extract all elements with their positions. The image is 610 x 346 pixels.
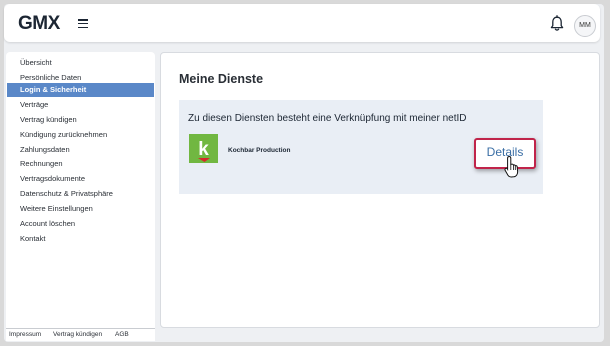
sidebar-item-zahlungsdaten[interactable]: Zahlungsdaten [7, 143, 154, 157]
sidebar-item-weitere-einstellungen[interactable]: Weitere Einstellungen [7, 202, 154, 216]
sidebar-footer: Impressum Vertrag kündigen AGB [6, 328, 155, 341]
kochbar-logo-icon: k [189, 134, 218, 163]
main-panel: Meine Dienste Zu diesen Diensten besteht… [160, 52, 600, 328]
sidebar-item-kuendigung-zuruecknehmen[interactable]: Kündigung zurücknehmen [7, 128, 154, 142]
top-bar: GMX MM [4, 4, 600, 42]
avatar[interactable]: MM [574, 15, 596, 37]
kochbar-logo-letter: k [198, 139, 209, 160]
page-title: Meine Dienste [179, 72, 264, 86]
sidebar-item-kontakt[interactable]: Kontakt [7, 232, 154, 246]
services-box: Zu diesen Diensten besteht eine Verknüpf… [179, 100, 543, 194]
footer-link-impressum[interactable]: Impressum [9, 331, 41, 338]
sidebar-item-vertrag-kuendigen[interactable]: Vertrag kündigen [7, 113, 154, 127]
sidebar-item-rechnungen[interactable]: Rechnungen [7, 157, 154, 171]
gmx-logo[interactable]: GMX [18, 13, 60, 35]
service-name: Kochbar Production [228, 147, 291, 154]
sidebar-item-login-sicherheit[interactable]: Login & Sicherheit [7, 83, 154, 97]
bell-icon[interactable] [549, 15, 565, 33]
details-button[interactable]: Details [474, 138, 536, 169]
sidebar-item-account-loeschen[interactable]: Account löschen [7, 217, 154, 231]
hamburger-menu-icon[interactable] [78, 19, 88, 29]
sidebar-item-vertragsdokumente[interactable]: Vertragsdokumente [7, 172, 154, 186]
footer-link-agb[interactable]: AGB [115, 331, 129, 338]
sidebar-item-uebersicht[interactable]: Übersicht [7, 56, 154, 70]
footer-link-vertrag-kuendigen[interactable]: Vertrag kündigen [53, 331, 102, 338]
sidebar-item-datenschutz[interactable]: Datenschutz & Privatsphäre [7, 187, 154, 201]
sidebar-item-vertraege[interactable]: Verträge [7, 98, 154, 112]
sidebar-nav: Übersicht Persönliche Daten Login & Sich… [6, 52, 155, 328]
services-intro-text: Zu diesen Diensten besteht eine Verknüpf… [188, 113, 467, 124]
